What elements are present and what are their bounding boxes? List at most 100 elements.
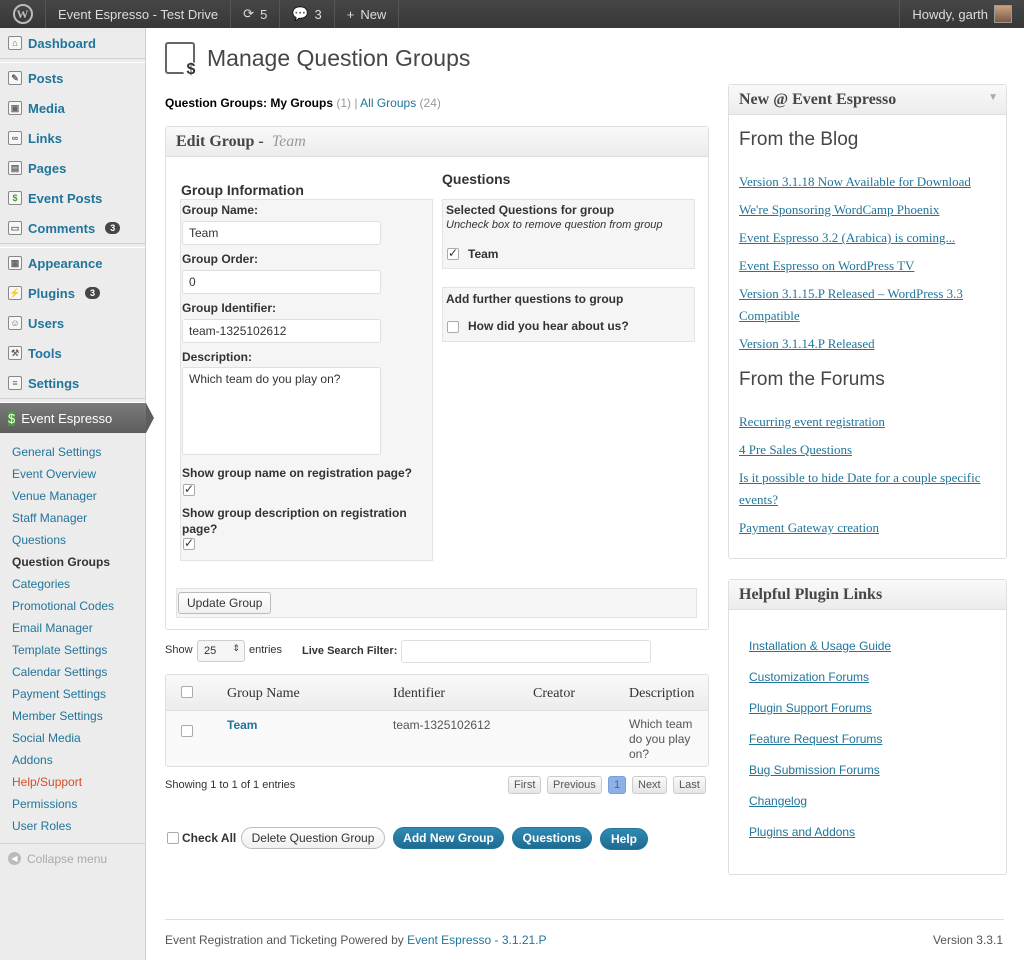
live-search-input[interactable] [401,640,651,663]
blog-link[interactable]: Event Espresso on WordPress TV [739,258,914,273]
news-widget-header[interactable]: New @ Event Espresso ▼ [729,85,1006,115]
site-name-link[interactable]: Event Espresso - Test Drive [46,0,232,28]
show-label: Show [165,644,193,656]
collapse-menu-button[interactable]: ◀ Collapse menu [0,843,145,873]
group-order-input[interactable]: 0 [182,270,381,294]
group-name-input[interactable]: Team [182,221,381,245]
submenu-addons[interactable]: Addons [0,749,145,771]
delete-question-group-button[interactable]: Delete Question Group [241,827,385,849]
row-checkbox[interactable] [181,725,193,737]
group-info-title: Group Information [181,182,304,198]
col-group-name[interactable]: Group Name [227,686,300,702]
menu-settings[interactable]: ≡ Settings [0,368,145,398]
col-identifier[interactable]: Identifier [393,686,445,702]
menu-tools[interactable]: ⚒ Tools [0,338,145,368]
my-groups-link[interactable]: My Groups [270,96,333,110]
pager-next-button[interactable]: Next [632,776,667,794]
submenu-event-overview[interactable]: Event Overview [0,463,145,485]
submenu-user-roles[interactable]: User Roles [0,815,145,837]
helpful-link[interactable]: Plugins and Addons [749,825,855,839]
col-creator[interactable]: Creator [533,686,575,702]
group-identifier-input[interactable]: team-1325102612 [182,319,381,343]
submenu-social-media[interactable]: Social Media [0,727,145,749]
selected-questions-panel: Selected Questions for group Uncheck box… [442,199,695,269]
blog-link[interactable]: Version 3.1.18 Now Available for Downloa… [739,174,971,189]
row-group-name-link[interactable]: Team [227,718,257,732]
comments-button[interactable]: 💬 3 [280,0,335,28]
forum-link[interactable]: 4 Pre Sales Questions [739,442,852,457]
submenu-general-settings[interactable]: General Settings [0,441,145,463]
updates-button[interactable]: ⟳ 5 [231,0,281,28]
select-all-checkbox[interactable] [181,686,193,698]
menu-event-posts[interactable]: $ Event Posts [0,183,145,213]
submenu-promotional-codes[interactable]: Promotional Codes [0,595,145,617]
helpful-link[interactable]: Plugin Support Forums [749,701,872,715]
forum-link[interactable]: Is it possible to hide Date for a couple… [739,470,981,507]
helpful-link[interactable]: Installation & Usage Guide [749,639,891,653]
questions-button[interactable]: Questions [512,827,592,849]
menu-posts[interactable]: ✎ Posts [0,63,145,93]
menu-pages[interactable]: ▤ Pages [0,153,145,183]
submenu-calendar-settings[interactable]: Calendar Settings [0,661,145,683]
edit-group-heading: Edit Group - Team [166,127,708,157]
blog-link[interactable]: Event Espresso 3.2 (Arabica) is coming..… [739,230,955,245]
check-all-label: Check All [182,831,237,845]
submenu-member-settings[interactable]: Member Settings [0,705,145,727]
forum-link[interactable]: Recurring event registration [739,414,885,429]
submenu-template-settings[interactable]: Template Settings [0,639,145,661]
submenu-help-support[interactable]: Help/Support [0,771,145,793]
question-team-checkbox[interactable]: ✓ [447,247,459,260]
forum-link[interactable]: Payment Gateway creation [739,520,879,535]
show-group-desc-checkbox[interactable]: ✓ [183,537,195,550]
footer-event-espresso-link[interactable]: Event Espresso - 3.1.21.P [407,933,546,947]
menu-event-espresso[interactable]: $ Event Espresso [0,403,154,433]
menu-links[interactable]: ∞ Links [0,123,145,153]
all-groups-link[interactable]: All Groups [360,96,416,110]
add-new-group-button[interactable]: Add New Group [393,827,504,849]
menu-comments[interactable]: ▭ Comments 3 [0,213,145,243]
table-header: Group Name Identifier Creator Descriptio… [166,675,708,711]
selected-questions-title: Selected Questions for group [446,203,615,217]
col-description[interactable]: Description [629,686,694,702]
description-textarea[interactable]: Which team do you play on? [182,367,381,455]
pager-page-1-button[interactable]: 1 [608,776,626,794]
menu-label: Plugins [28,285,75,301]
footer-credit: Event Registration and Ticketing Powered… [165,933,547,947]
submenu-email-manager[interactable]: Email Manager [0,617,145,639]
submenu-questions[interactable]: Questions [0,529,145,551]
question-hear-about-checkbox[interactable] [447,321,459,333]
pager-first-button[interactable]: First [508,776,542,794]
helpful-link[interactable]: Bug Submission Forums [749,763,880,777]
blog-link[interactable]: We're Sponsoring WordCamp Phoenix [739,202,939,217]
help-button[interactable]: Help [600,828,648,850]
avatar [994,5,1012,23]
submenu-venue-manager[interactable]: Venue Manager [0,485,145,507]
show-group-name-checkbox[interactable]: ✓ [183,483,195,496]
helpful-link[interactable]: Customization Forums [749,670,869,684]
submenu-categories[interactable]: Categories [0,573,145,595]
blog-link[interactable]: Version 3.1.15.P Released – WordPress 3.… [739,286,963,323]
update-group-button[interactable]: Update Group [178,592,272,614]
check-all-checkbox[interactable] [167,832,179,844]
menu-media[interactable]: ▣ Media [0,93,145,123]
settings-icon: ≡ [8,376,22,390]
new-content-button[interactable]: + New [335,0,400,28]
footer-divider [165,919,1004,920]
menu-plugins[interactable]: ⚡ Plugins 3 [0,278,145,308]
menu-dashboard[interactable]: ⌂ Dashboard [0,28,145,58]
submenu-staff-manager[interactable]: Staff Manager [0,507,145,529]
user-account-menu[interactable]: Howdy, garth [899,0,1024,28]
submenu-permissions[interactable]: Permissions [0,793,145,815]
entries-select[interactable]: 25 ⇕ [197,640,245,662]
menu-appearance[interactable]: ▦ Appearance [0,248,145,278]
helpful-link[interactable]: Changelog [749,794,807,808]
submenu-question-groups[interactable]: Question Groups [0,551,145,573]
menu-users[interactable]: ☺ Users [0,308,145,338]
collapse-toggle-icon[interactable]: ▼ [988,92,998,103]
wordpress-logo-button[interactable]: W [0,0,46,28]
pager-last-button[interactable]: Last [673,776,706,794]
pager-previous-button[interactable]: Previous [547,776,602,794]
submenu-payment-settings[interactable]: Payment Settings [0,683,145,705]
blog-link[interactable]: Version 3.1.14.P Released [739,336,875,351]
helpful-link[interactable]: Feature Request Forums [749,732,882,746]
